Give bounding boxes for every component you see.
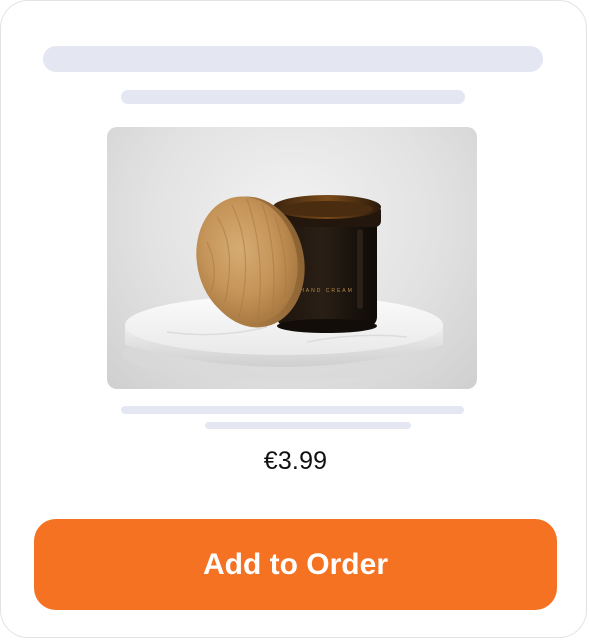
title-placeholder [43,46,543,72]
product-price: €3.99 [263,447,328,475]
description-placeholder-line-2 [205,422,411,429]
jar-label: HAND CREAM [300,288,354,294]
description-placeholder-line-1 [121,406,464,414]
add-to-order-button[interactable]: Add to Order [34,519,557,610]
product-card: HAND CREAM €3.99 Add to Order [0,0,587,638]
subtitle-placeholder [121,90,465,104]
product-image: HAND CREAM [107,127,477,389]
